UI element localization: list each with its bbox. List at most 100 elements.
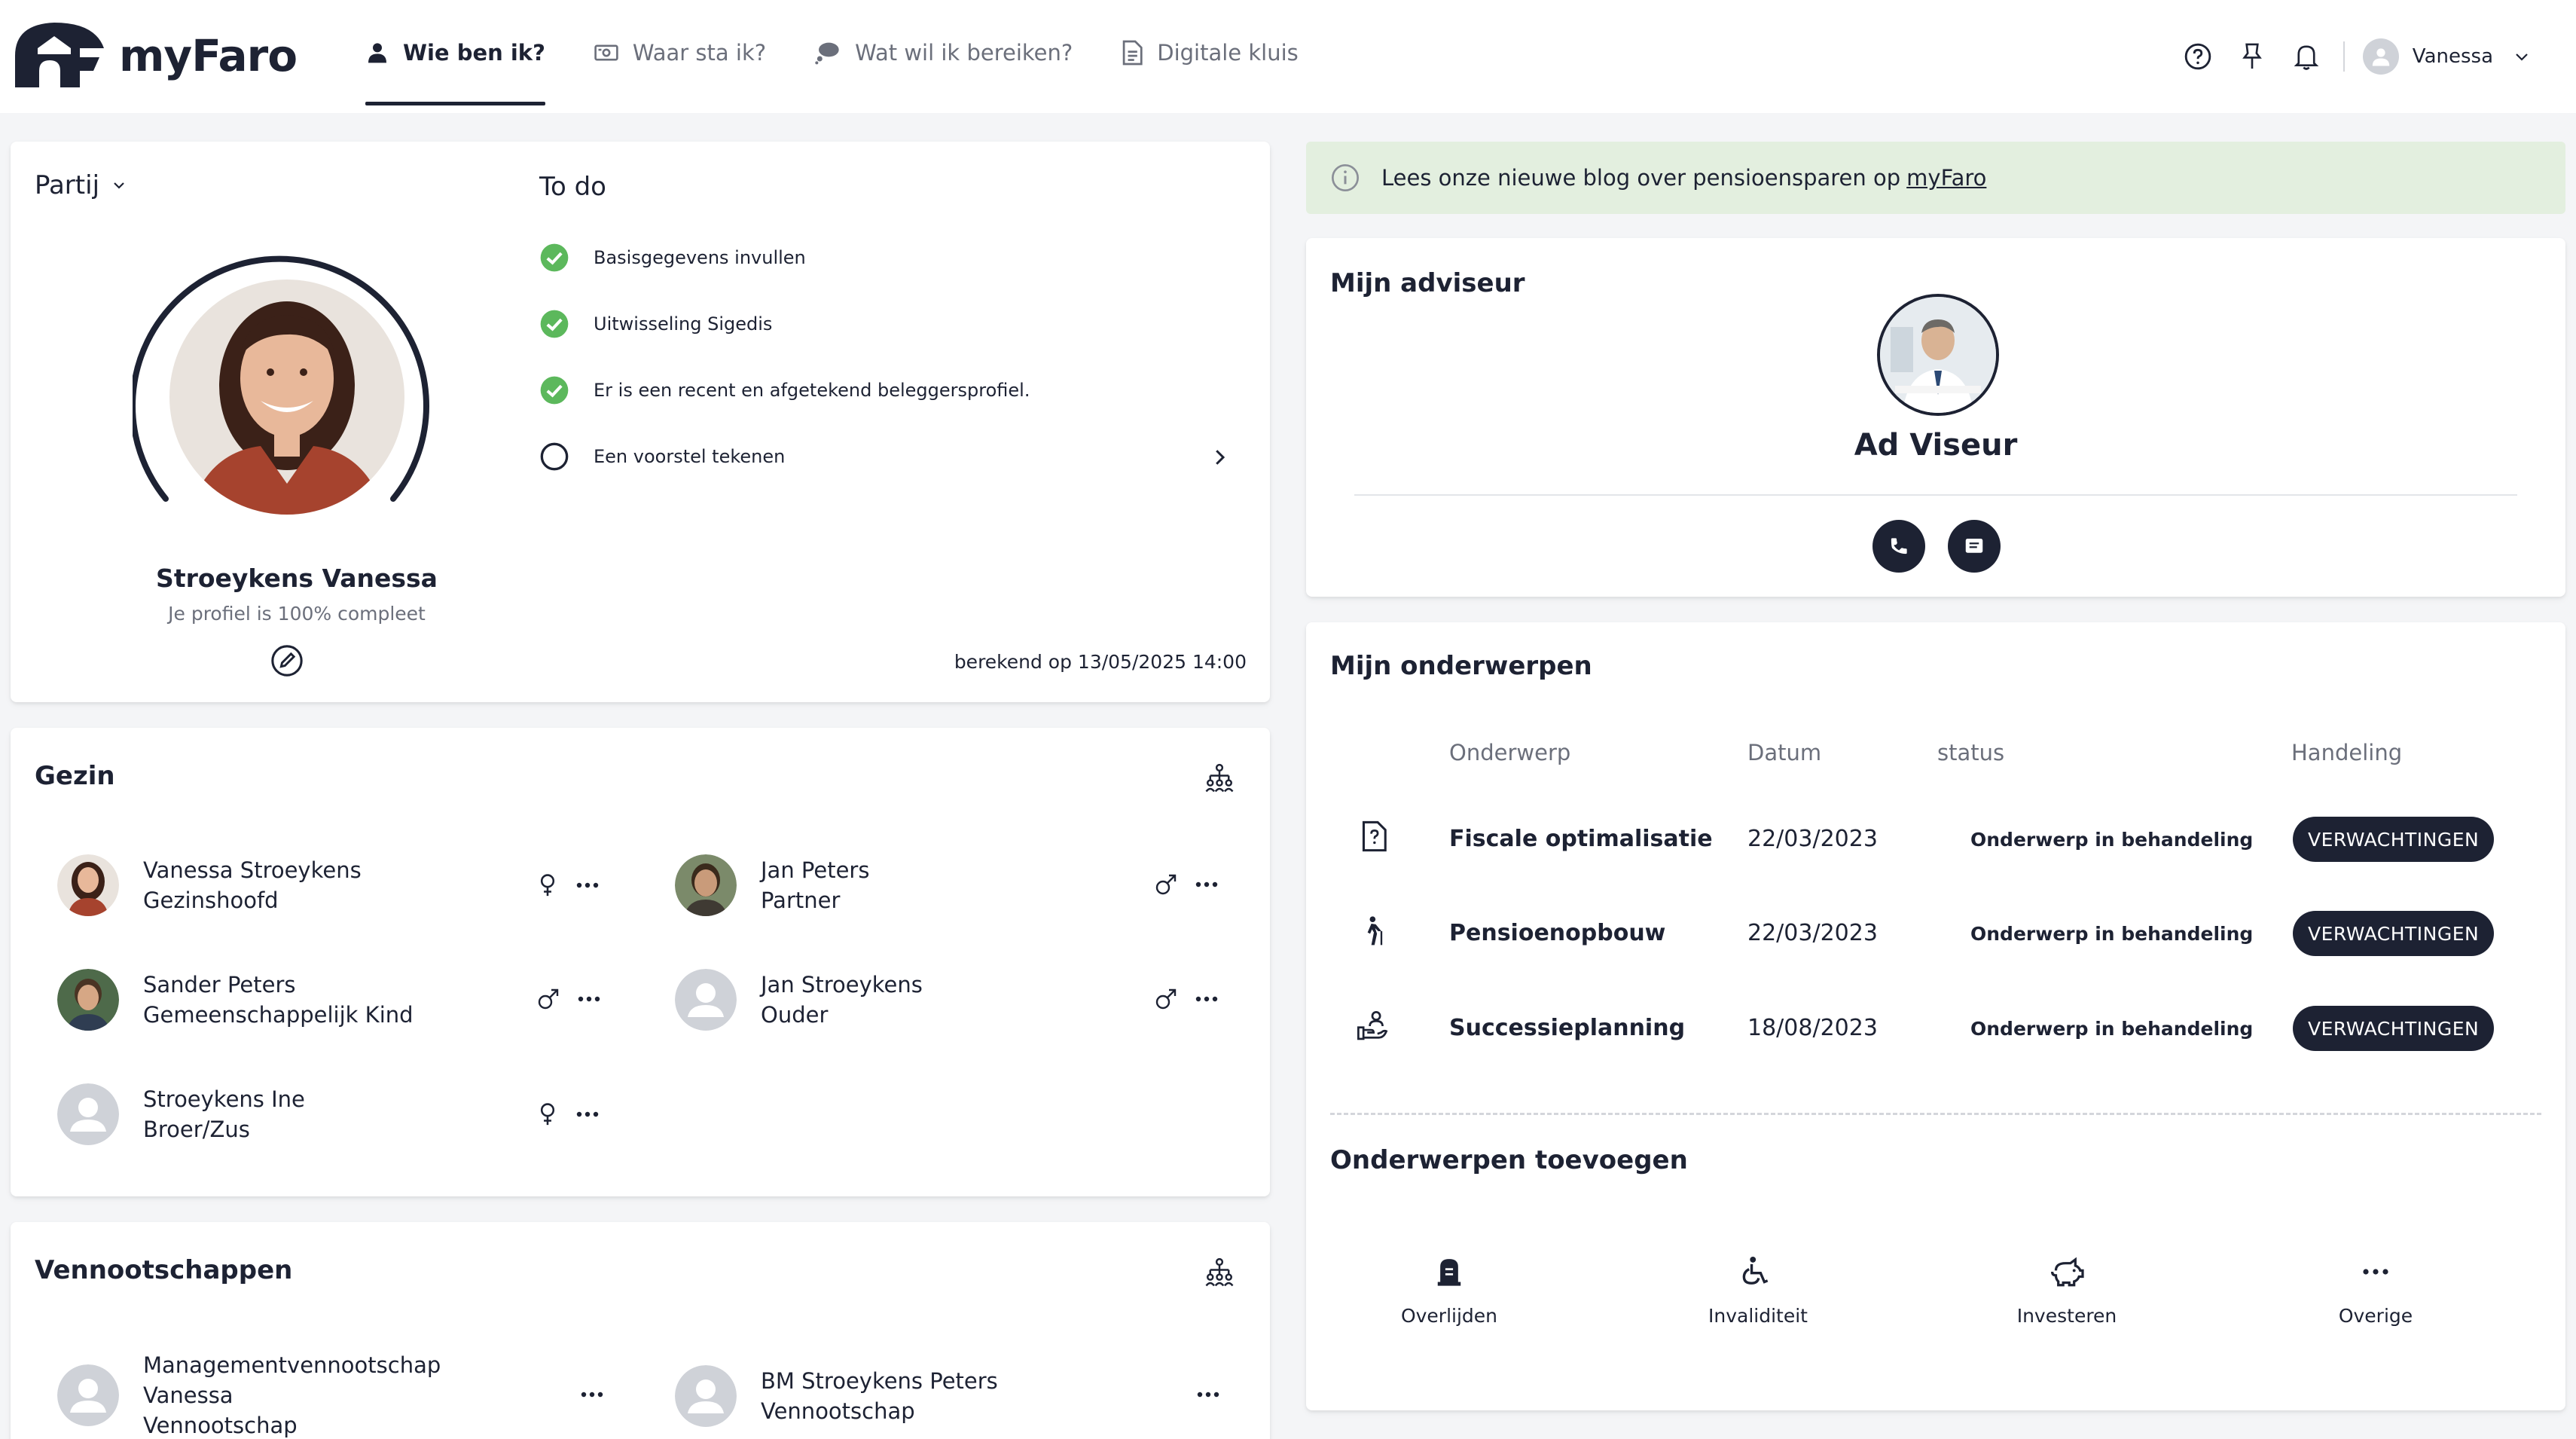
phone-icon [1891,538,1907,555]
pin-button[interactable] [2233,38,2271,75]
family-member[interactable]: Stroeykens Ine Broer/Zus [57,1083,305,1145]
company-item[interactable]: BM Stroeykens Peters Vennootschap [675,1365,998,1427]
adviser-title: Mijn adviseur [1330,268,1525,298]
person-icon [368,43,386,63]
nav-tab-wat-wil-ik-bereiken[interactable]: Wat wil ik bereiken? [814,0,1073,105]
topics-title: Mijn onderwerpen [1330,651,1592,681]
thought-bubble-icon [815,42,839,65]
more-icon[interactable] [580,1391,604,1398]
chevron-right-icon[interactable] [1208,446,1231,469]
avatar [57,1364,119,1426]
more-icon[interactable] [577,995,601,1003]
adviser-name: Ad Viseur [1854,428,2018,463]
chat-icon [1965,539,1983,553]
todo-label: Uitwisseling Sigedis [594,313,773,335]
info-banner: Lees onze nieuwe blog over pensioenspare… [1306,142,2565,214]
topic-date: 18/08/2023 [1747,1015,1878,1041]
add-topic-invaliditeit[interactable]: Invaliditeit [1660,1249,1856,1327]
topic-subject[interactable]: Fiscale optimalisatie [1449,826,1713,852]
banner-link[interactable]: myFaro [1906,165,1986,191]
member-role: Gemeenschappelijk Kind [143,1002,414,1028]
topic-subject[interactable]: Successieplanning [1449,1015,1685,1041]
todo-title: To do [539,172,606,202]
female-icon [540,874,555,897]
header-actions: Vanessa [2162,30,2531,83]
family-member[interactable]: Vanessa Stroeykens Gezinshoofd [57,854,362,916]
family-member[interactable]: Jan Stroeykens Ouder [675,969,923,1031]
user-menu[interactable]: Vanessa [2362,38,2531,75]
nav-tab-digitale-kluis[interactable]: Digitale kluis [1121,0,1299,105]
expectations-button[interactable]: VERWACHTINGEN [2293,1006,2495,1051]
avatar [675,969,737,1031]
divider [1354,494,2517,496]
logo[interactable]: myFaro [11,18,298,93]
main-nav: Wie ben ik? Waar sta ik? Wat wil ik bere… [365,0,1347,105]
partij-dropdown[interactable]: Partij [35,170,128,200]
edit-profile-icon[interactable] [270,643,304,678]
call-adviser-button[interactable] [1872,520,1925,573]
top-header: myFaro Wie ben ik? Waar sta ik? Wat wil … [0,0,2576,113]
chevron-down-icon [2516,53,2528,61]
column-header-status: status [1937,740,2005,765]
company-name-cont: Vanessa [143,1382,233,1408]
topic-status: Onderwerp in behandeling [1970,923,2254,945]
add-topics-title: Onderwerpen toevoegen [1330,1145,1688,1175]
family-member[interactable]: Sander Peters Gemeenschappelijk Kind [57,969,414,1031]
more-icon[interactable] [575,881,600,889]
more-icon [2363,1269,2388,1275]
add-topic-label: Invaliditeit [1708,1305,1808,1327]
wheelchair-icon [1742,1257,1769,1285]
todo-item[interactable]: Basisgegevens invullen [539,243,806,273]
document-icon [1122,40,1143,66]
member-name: Vanessa Stroeykens [143,857,362,883]
hand-person-icon [1357,1011,1388,1040]
banner-text: Lees onze nieuwe blog over pensioenspare… [1381,165,1901,191]
profile-photo [133,255,429,515]
message-adviser-button[interactable] [1948,520,2001,573]
more-icon[interactable] [1196,1391,1220,1398]
todo-item[interactable]: Er is een recent en afgetekend beleggers… [539,375,1030,405]
male-icon [1155,874,1177,895]
female-icon [540,1103,555,1126]
column-header-subject: Onderwerp [1449,740,1571,765]
todo-label: Er is een recent en afgetekend beleggers… [594,380,1030,401]
document-question-icon [1362,820,1387,852]
more-icon[interactable] [575,1111,600,1118]
topic-subject[interactable]: Pensioenopbouw [1449,920,1665,946]
member-role: Gezinshoofd [143,888,279,913]
add-topic-overlijden[interactable]: Overlijden [1351,1249,1547,1327]
member-role: Ouder [761,1002,829,1028]
user-name: Vanessa [2412,45,2493,68]
nav-tab-waar-sta-ik[interactable]: Waar sta ik? [594,0,766,105]
tombstone-icon [1437,1259,1461,1286]
add-topic-overige[interactable]: Overige [2278,1249,2474,1327]
family-member[interactable]: Jan Peters Partner [675,854,869,916]
add-topic-investeren[interactable]: Investeren [1969,1249,2165,1327]
expectations-button[interactable]: VERWACHTINGEN [2293,911,2495,956]
nav-tab-wie-ben-ik[interactable]: Wie ben ik? [365,0,545,105]
todo-item[interactable]: Een voorstel tekenen [539,441,785,472]
pin-icon [2242,43,2262,69]
topic-status: Onderwerp in behandeling [1970,829,2254,851]
help-button[interactable] [2179,38,2217,75]
logo-text: myFaro [119,30,298,81]
profile-completeness: Je profiel is 100% compleet [168,603,426,625]
more-icon[interactable] [1195,881,1219,888]
company-item[interactable]: Managementvennootschap Vanessa Vennootscha… [57,1350,441,1439]
avatar [57,1083,119,1145]
company-name: BM Stroeykens Peters [761,1368,998,1394]
nav-tab-label: Wie ben ik? [403,40,545,66]
nav-tab-label: Digitale kluis [1157,40,1299,66]
todo-item[interactable]: Uitwisseling Sigedis [539,309,772,339]
expectations-button[interactable]: VERWACHTINGEN [2293,817,2495,862]
avatar [675,854,737,916]
family-tree-icon[interactable] [1204,762,1235,794]
more-icon[interactable] [1195,995,1219,1003]
empty-circle-icon [540,442,569,471]
chevron-down-icon [114,182,124,189]
topic-status: Onderwerp in behandeling [1970,1018,2254,1040]
notifications-button[interactable] [2288,38,2325,75]
company-type: Vennootschap [143,1413,298,1438]
family-tree-icon[interactable] [1204,1257,1235,1288]
page: myFaro Wie ben ik? Waar sta ik? Wat wil … [0,0,2576,1439]
